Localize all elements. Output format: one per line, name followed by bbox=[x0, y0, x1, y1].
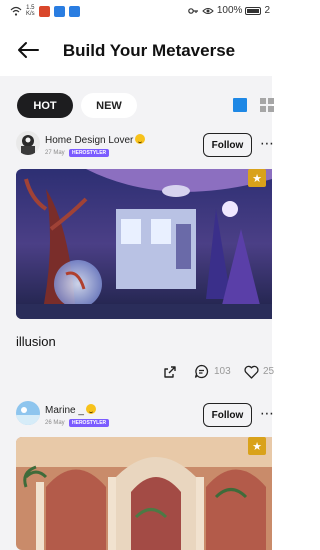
post-date: 27 May bbox=[45, 150, 65, 156]
more-options-icon[interactable]: ⋯ bbox=[260, 405, 275, 422]
heart-icon[interactable] bbox=[244, 365, 259, 379]
post-header: Home Design Lover 27 May HEROSTYLER Foll… bbox=[0, 131, 275, 169]
featured-star-icon: ★ bbox=[248, 169, 266, 187]
post-feed[interactable]: Home Design Lover 27 May HEROSTYLER Foll… bbox=[0, 131, 275, 550]
avatar[interactable] bbox=[16, 131, 40, 155]
metaverse-room-illustration bbox=[16, 169, 272, 319]
app-header: Build Your Metaverse bbox=[0, 24, 272, 76]
grid-view-icon[interactable] bbox=[260, 98, 274, 112]
follow-button[interactable]: Follow bbox=[203, 133, 252, 157]
more-options-icon[interactable]: ⋯ bbox=[260, 135, 275, 152]
app-notification-icon bbox=[38, 5, 50, 17]
status-bar: 1.5 K/s 100% 2 bbox=[0, 0, 272, 24]
clock-fragment: 2 bbox=[264, 5, 270, 16]
app-notification-icon bbox=[68, 5, 80, 17]
user-badge: HEROSTYLER bbox=[69, 419, 110, 427]
avatar[interactable] bbox=[16, 401, 40, 425]
post-actions: 103 25 bbox=[0, 362, 275, 382]
post-header: Marine _ 26 May HEROSTYLER Follow ⋯ bbox=[0, 401, 275, 439]
key-icon bbox=[188, 7, 198, 14]
comment-icon[interactable] bbox=[194, 364, 209, 379]
post-caption: illusion bbox=[16, 334, 56, 349]
smile-emoji-icon bbox=[85, 404, 96, 414]
battery-percent: 100% bbox=[216, 5, 243, 16]
follow-button[interactable]: Follow bbox=[203, 403, 252, 427]
featured-star-icon: ★ bbox=[248, 437, 266, 455]
network-speed: 1.5 K/s bbox=[26, 5, 35, 17]
tab-hot[interactable]: HOT bbox=[17, 93, 73, 118]
post-username[interactable]: Marine _ bbox=[45, 404, 96, 416]
moroccan-arch-illustration bbox=[16, 437, 272, 550]
post-date: 26 May bbox=[45, 420, 65, 426]
post-username[interactable]: Home Design Lover bbox=[45, 134, 146, 146]
single-column-view-icon[interactable] bbox=[233, 98, 247, 112]
page-title: Build Your Metaverse bbox=[62, 41, 236, 60]
wifi-icon bbox=[10, 6, 22, 16]
tab-new[interactable]: NEW bbox=[81, 93, 137, 118]
eye-icon bbox=[202, 7, 214, 14]
filter-tabs-bar: HOT NEW bbox=[0, 76, 274, 131]
post-image[interactable] bbox=[16, 169, 272, 319]
smile-emoji-icon bbox=[135, 134, 146, 144]
user-badge: HEROSTYLER bbox=[69, 149, 110, 157]
share-icon[interactable] bbox=[163, 365, 177, 379]
like-count: 25 bbox=[263, 366, 275, 377]
battery-icon bbox=[245, 6, 262, 15]
app-notification-icon bbox=[53, 5, 65, 17]
post-image[interactable] bbox=[16, 437, 272, 550]
comment-count: 103 bbox=[214, 366, 231, 377]
